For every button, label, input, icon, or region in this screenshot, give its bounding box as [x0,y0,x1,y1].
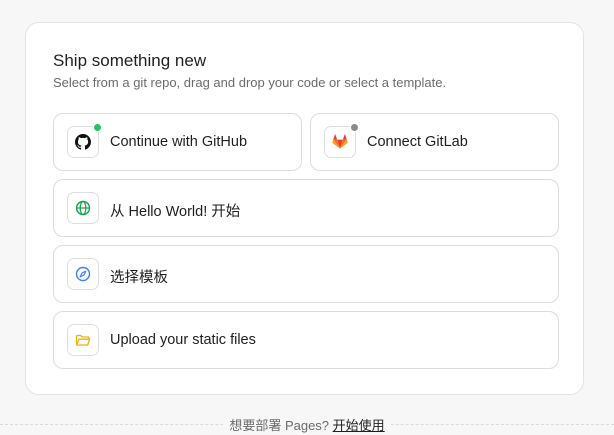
footer: 想要部署 Pages? 开始使用 [0,414,614,434]
github-icon-box [67,123,102,158]
card-title: Ship something new [53,51,207,70]
folder-icon [75,334,91,346]
gitlab-label: Connect GitLab [367,134,468,150]
footer-text: 想要部署 Pages? 开始使用 [0,415,614,434]
folder-icon-box [67,324,99,356]
select-template-button[interactable]: 选择模板 [53,245,559,303]
card-subtitle: Select from a git repo, drag and drop yo… [53,75,447,90]
start-hello-world-button[interactable]: 从 Hello World! 开始 [53,179,559,237]
footer-prompt: 想要部署 Pages? [229,418,330,433]
github-label: Continue with GitHub [110,134,248,150]
hello-world-label: 从 Hello World! 开始 [110,204,241,220]
get-started-link[interactable]: 开始使用 [333,418,385,433]
github-icon [75,134,91,150]
gitlab-icon [332,134,348,149]
upload-label: Upload your static files [110,332,256,348]
compass-icon-box [67,258,99,290]
compass-icon [75,266,91,282]
continue-with-github-button[interactable]: Continue with GitHub [53,113,302,171]
globe-icon [75,200,91,216]
template-label: 选择模板 [110,270,168,286]
github-status-dot [93,123,102,132]
connect-gitlab-button[interactable]: Connect GitLab [310,113,559,171]
globe-icon-box [67,192,99,224]
gitlab-status-dot [350,123,359,132]
gitlab-icon-box [324,123,359,158]
create-project-card: Ship something new Select from a git rep… [25,22,584,395]
upload-static-files-button[interactable]: Upload your static files [53,311,559,369]
